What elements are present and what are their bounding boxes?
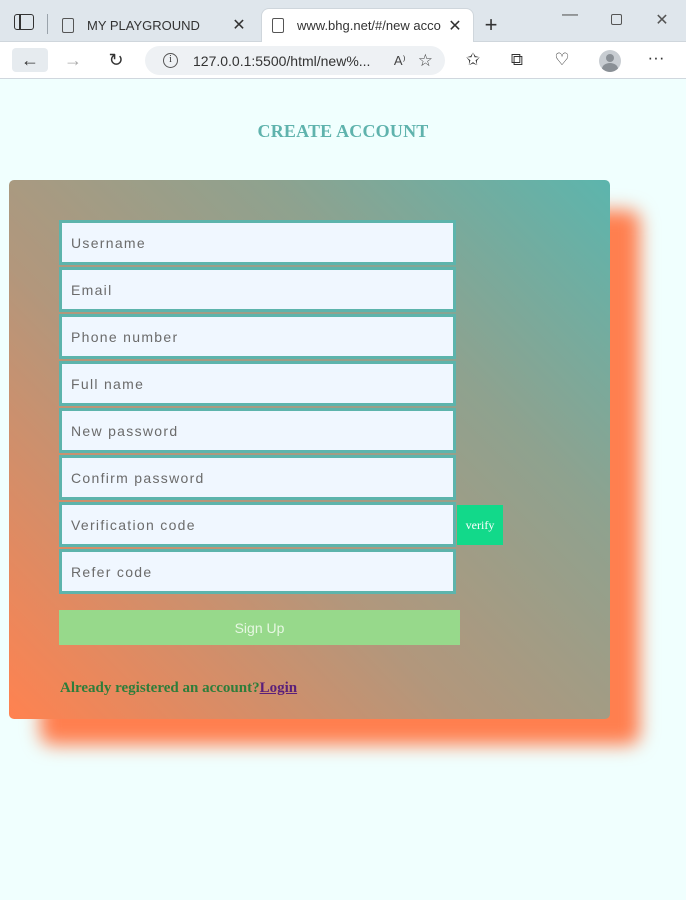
- favorites-icon[interactable]: ✩: [462, 50, 484, 70]
- close-tab-icon[interactable]: ✕: [447, 16, 463, 36]
- profile-avatar[interactable]: [599, 50, 621, 72]
- confirm-password-input[interactable]: [59, 455, 456, 500]
- tab-my-playground[interactable]: MY PLAYGROUND ✕: [52, 8, 257, 42]
- tab-actions-icon[interactable]: [14, 14, 36, 32]
- address-bar[interactable]: i 127.0.0.1:5500/html/new%... A⁾ ☆: [145, 46, 445, 75]
- verify-button[interactable]: verify: [457, 505, 503, 545]
- browser-essentials-icon[interactable]: ♡: [551, 50, 573, 70]
- read-aloud-icon[interactable]: A⁾: [394, 53, 406, 69]
- new-password-input[interactable]: [59, 408, 456, 453]
- forward-icon[interactable]: →: [60, 48, 86, 72]
- close-window-icon[interactable]: ✕: [652, 10, 672, 30]
- tab-title: www.bhg.net/#/new account: [297, 18, 441, 33]
- verification-code-input[interactable]: [59, 502, 456, 547]
- new-tab-button[interactable]: +: [481, 12, 501, 38]
- login-prompt-text: Already registered an account?: [60, 680, 260, 696]
- page-title: CREATE ACCOUNT: [257, 121, 429, 141]
- collections-icon[interactable]: ⧉: [506, 50, 528, 70]
- phone-input[interactable]: [59, 314, 456, 359]
- refer-code-input[interactable]: [59, 549, 456, 594]
- signup-button[interactable]: Sign Up: [59, 610, 460, 645]
- tab-separator: [47, 14, 48, 34]
- login-link[interactable]: Login: [260, 680, 298, 696]
- username-input[interactable]: [59, 220, 456, 265]
- email-input[interactable]: [59, 267, 456, 312]
- site-info-icon[interactable]: i: [163, 53, 178, 68]
- url-text[interactable]: 127.0.0.1:5500/html/new%...: [193, 53, 394, 69]
- tab-title: MY PLAYGROUND: [87, 17, 200, 33]
- more-icon[interactable]: ···: [645, 48, 667, 68]
- browser-toolbar: ← → ↻ i 127.0.0.1:5500/html/new%... A⁾ ☆…: [0, 42, 686, 79]
- minimize-icon[interactable]: —: [560, 6, 580, 24]
- page-icon: [62, 17, 74, 33]
- browser-tab-bar: MY PLAYGROUND ✕ www.bhg.net/#/new accoun…: [0, 0, 686, 42]
- add-favorite-icon[interactable]: ☆: [418, 51, 433, 71]
- reload-icon[interactable]: ↻: [103, 48, 129, 72]
- fullname-input[interactable]: [59, 361, 456, 406]
- tab-new-account[interactable]: www.bhg.net/#/new account ✕: [261, 8, 474, 42]
- page-icon: [272, 18, 284, 33]
- close-tab-icon[interactable]: ✕: [231, 15, 247, 35]
- login-prompt-row: Already registered an account?Login: [60, 680, 297, 697]
- maximize-icon[interactable]: [606, 10, 626, 30]
- back-icon[interactable]: ←: [12, 48, 48, 72]
